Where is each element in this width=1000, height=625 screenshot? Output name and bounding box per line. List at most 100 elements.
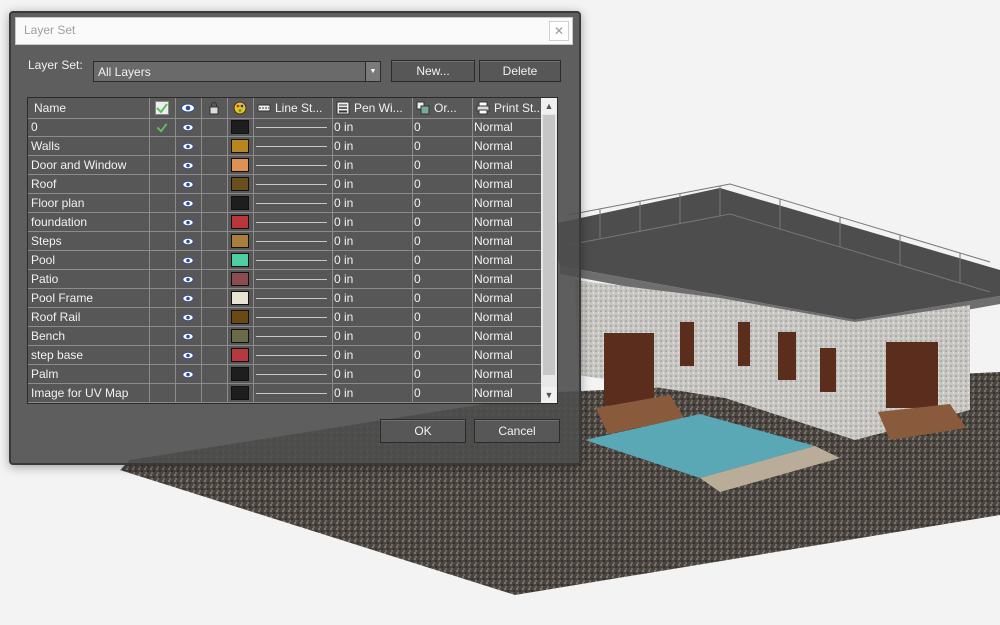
print-style-value[interactable]: Normal — [474, 213, 513, 231]
print-style-value[interactable]: Normal — [474, 232, 513, 250]
layer-name[interactable]: Walls — [31, 137, 147, 155]
line-style-preview[interactable] — [256, 279, 327, 280]
print-style-value[interactable]: Normal — [474, 365, 513, 383]
close-icon[interactable]: ✕ — [549, 21, 569, 41]
pen-width-value[interactable]: 0 in — [334, 137, 353, 155]
line-style-preview[interactable] — [256, 393, 327, 394]
order-value[interactable]: 0 — [414, 156, 421, 174]
layer-name[interactable]: Steps — [31, 232, 147, 250]
header-line-style[interactable]: Line St... — [253, 98, 332, 118]
dialog-titlebar[interactable]: Layer Set ✕ — [15, 17, 573, 45]
print-style-value[interactable]: Normal — [474, 346, 513, 364]
layer-name[interactable]: step base — [31, 346, 147, 364]
order-value[interactable]: 0 — [414, 365, 421, 383]
layer-color-swatch[interactable] — [231, 177, 249, 191]
layer-color-swatch[interactable] — [231, 139, 249, 153]
order-value[interactable]: 0 — [414, 232, 421, 250]
layer-color-swatch[interactable] — [231, 310, 249, 324]
layer-color-swatch[interactable] — [231, 253, 249, 267]
delete-button[interactable]: Delete — [479, 60, 561, 82]
order-value[interactable]: 0 — [414, 308, 421, 326]
layer-name[interactable]: Roof — [31, 175, 147, 193]
line-style-preview[interactable] — [256, 241, 327, 242]
line-style-preview[interactable] — [256, 165, 327, 166]
pen-width-value[interactable]: 0 in — [334, 232, 353, 250]
header-print-style[interactable]: Print St... — [472, 98, 541, 118]
line-style-preview[interactable] — [256, 336, 327, 337]
scroll-up-icon[interactable]: ▲ — [541, 98, 557, 114]
layer-color-swatch[interactable] — [231, 348, 249, 362]
layer-name[interactable]: foundation — [31, 213, 147, 231]
header-color[interactable] — [227, 98, 253, 118]
pen-width-value[interactable]: 0 in — [334, 251, 353, 269]
pen-width-value[interactable]: 0 in — [334, 289, 353, 307]
pen-width-value[interactable]: 0 in — [334, 346, 353, 364]
scroll-down-icon[interactable]: ▼ — [541, 387, 557, 403]
line-style-preview[interactable] — [256, 222, 327, 223]
vertical-scrollbar[interactable]: ▲ ▼ — [541, 98, 557, 403]
pen-width-value[interactable]: 0 in — [334, 365, 353, 383]
layer-name[interactable]: Image for UV Map — [31, 384, 147, 402]
layer-name[interactable]: Floor plan — [31, 194, 147, 212]
layer-name[interactable]: Door and Window — [31, 156, 147, 174]
layer-name[interactable]: Patio — [31, 270, 147, 288]
print-style-value[interactable]: Normal — [474, 289, 513, 307]
layer-color-swatch[interactable] — [231, 291, 249, 305]
line-style-preview[interactable] — [256, 146, 327, 147]
line-style-preview[interactable] — [256, 260, 327, 261]
order-value[interactable]: 0 — [414, 194, 421, 212]
header-pen-width[interactable]: Pen Wi... — [332, 98, 412, 118]
pen-width-value[interactable]: 0 in — [334, 327, 353, 345]
pen-width-value[interactable]: 0 in — [334, 118, 353, 136]
pen-width-value[interactable]: 0 in — [334, 194, 353, 212]
chevron-down-icon[interactable]: ▼ — [365, 62, 380, 81]
print-style-value[interactable]: Normal — [474, 327, 513, 345]
order-value[interactable]: 0 — [414, 289, 421, 307]
layer-color-swatch[interactable] — [231, 158, 249, 172]
layer-color-swatch[interactable] — [231, 196, 249, 210]
header-current[interactable] — [149, 98, 175, 118]
layer-name[interactable]: 0 — [31, 118, 147, 136]
layer-color-swatch[interactable] — [231, 234, 249, 248]
layer-name[interactable]: Bench — [31, 327, 147, 345]
layer-name[interactable]: Palm — [31, 365, 147, 383]
order-value[interactable]: 0 — [414, 270, 421, 288]
header-visible[interactable] — [175, 98, 201, 118]
order-value[interactable]: 0 — [414, 213, 421, 231]
scroll-thumb[interactable] — [543, 115, 555, 375]
print-style-value[interactable]: Normal — [474, 156, 513, 174]
pen-width-value[interactable]: 0 in — [334, 384, 353, 402]
pen-width-value[interactable]: 0 in — [334, 156, 353, 174]
layer-name[interactable]: Pool — [31, 251, 147, 269]
layer-name[interactable]: Pool Frame — [31, 289, 147, 307]
layer-color-swatch[interactable] — [231, 386, 249, 400]
order-value[interactable]: 0 — [414, 175, 421, 193]
layer-color-swatch[interactable] — [231, 329, 249, 343]
layer-set-dropdown[interactable]: All Layers ▼ — [93, 61, 381, 82]
header-name[interactable]: Name — [28, 98, 149, 118]
print-style-value[interactable]: Normal — [474, 137, 513, 155]
order-value[interactable]: 0 — [414, 137, 421, 155]
line-style-preview[interactable] — [256, 127, 327, 128]
cancel-button[interactable]: Cancel — [474, 419, 560, 443]
layer-name[interactable]: Roof Rail — [31, 308, 147, 326]
pen-width-value[interactable]: 0 in — [334, 175, 353, 193]
line-style-preview[interactable] — [256, 184, 327, 185]
new-button[interactable]: New... — [391, 60, 475, 82]
order-value[interactable]: 0 — [414, 346, 421, 364]
line-style-preview[interactable] — [256, 374, 327, 375]
print-style-value[interactable]: Normal — [474, 384, 513, 402]
layer-color-swatch[interactable] — [231, 215, 249, 229]
order-value[interactable]: 0 — [414, 384, 421, 402]
print-style-value[interactable]: Normal — [474, 270, 513, 288]
order-value[interactable]: 0 — [414, 327, 421, 345]
order-value[interactable]: 0 — [414, 251, 421, 269]
print-style-value[interactable]: Normal — [474, 175, 513, 193]
print-style-value[interactable]: Normal — [474, 251, 513, 269]
line-style-preview[interactable] — [256, 298, 327, 299]
pen-width-value[interactable]: 0 in — [334, 270, 353, 288]
line-style-preview[interactable] — [256, 355, 327, 356]
pen-width-value[interactable]: 0 in — [334, 213, 353, 231]
layer-color-swatch[interactable] — [231, 120, 249, 134]
order-value[interactable]: 0 — [414, 118, 421, 136]
